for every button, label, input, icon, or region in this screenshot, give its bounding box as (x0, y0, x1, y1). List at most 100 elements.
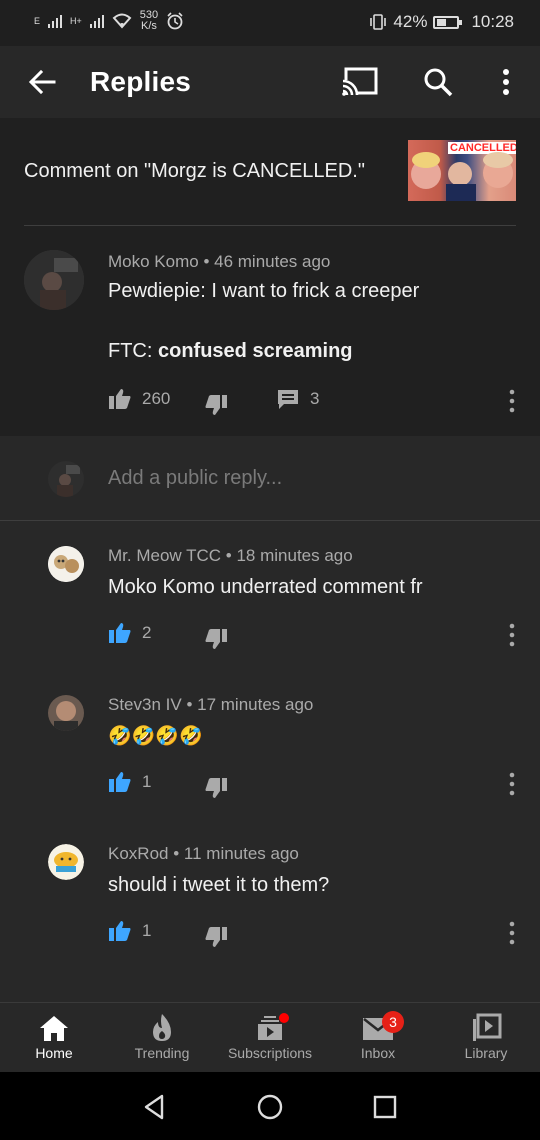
like-button[interactable]: 2 (108, 622, 151, 644)
signal-icon-2 (89, 14, 104, 28)
reply-more-icon[interactable] (504, 622, 520, 648)
inbox-badge: 3 (382, 1011, 404, 1033)
thumbs-up-icon (108, 920, 132, 942)
battery-percent: 42% (393, 12, 428, 31)
status-bar: E H+ 530 K/s 42% 10:28 (0, 0, 540, 46)
reply-count: 3 (310, 389, 320, 408)
inbox-icon: 3 (324, 1011, 432, 1045)
network-type-hplus: H+ (70, 15, 82, 26)
comment-text-prefix: FTC: (108, 340, 158, 362)
comment-meta: Moko Komo • 46 minutes ago (108, 252, 330, 272)
nav-label: Library (464, 1045, 508, 1061)
back-arrow-icon[interactable] (24, 64, 60, 100)
signal-icon (48, 14, 63, 28)
dislike-button[interactable] (204, 777, 228, 799)
page-title: Replies (90, 66, 191, 97)
system-back-icon[interactable] (140, 1092, 170, 1122)
thumbs-up-icon (108, 771, 132, 793)
reply-time: 17 minutes ago (197, 695, 314, 714)
comment-text-bold: confused screaming (158, 340, 353, 362)
dislike-button[interactable] (204, 628, 228, 650)
thumbs-down-icon (204, 628, 228, 650)
add-reply-row: Add a public reply... (0, 436, 540, 522)
nav-label: Trending (134, 1045, 190, 1061)
user-avatar (48, 461, 84, 497)
nav-library[interactable]: Library (432, 1011, 540, 1071)
system-home-icon[interactable] (255, 1092, 285, 1122)
nav-inbox[interactable]: 3 Inbox (324, 1011, 432, 1071)
reply-author[interactable]: Mr. Meow TCC (108, 546, 221, 565)
meta-separator: • (186, 695, 193, 714)
nav-trending[interactable]: Trending (108, 1011, 216, 1071)
system-recents-icon[interactable] (370, 1092, 400, 1122)
avatar[interactable] (48, 546, 84, 582)
bottom-navigation: Home Trending Subscriptions 3 Inbox Libr… (0, 1002, 540, 1072)
video-context-text[interactable]: Comment on "Morgz is CANCELLED." (24, 160, 365, 183)
reply-meta: Stev3n IV • 17 minutes ago (108, 695, 313, 715)
avatar[interactable] (48, 695, 84, 731)
comment-more-icon[interactable] (504, 388, 520, 414)
library-icon (432, 1011, 540, 1045)
alarm-icon (166, 12, 184, 30)
avatar[interactable] (48, 844, 84, 880)
dislike-button[interactable] (204, 394, 228, 416)
divider (0, 520, 540, 521)
vibrate-icon (369, 13, 387, 31)
reply-author[interactable]: KoxRod (108, 844, 168, 863)
search-icon[interactable] (420, 64, 456, 100)
reply-author[interactable]: Stev3n IV (108, 695, 182, 714)
battery-icon (433, 15, 463, 29)
comment-text-line2: FTC: confused screaming (108, 340, 353, 363)
reply-time: 18 minutes ago (236, 546, 353, 565)
reply-input[interactable]: Add a public reply... (108, 467, 282, 490)
like-count: 2 (142, 623, 152, 642)
network-type-e: E (34, 15, 41, 26)
avatar[interactable] (24, 250, 84, 310)
comment-icon (276, 388, 300, 410)
thumbs-up-icon (108, 622, 132, 644)
reply-more-icon[interactable] (504, 920, 520, 946)
meta-separator: • (225, 546, 232, 565)
thumbs-up-icon (108, 388, 132, 410)
comment-time: 46 minutes ago (214, 252, 331, 271)
comment-author[interactable]: Moko Komo (108, 252, 199, 271)
nav-home[interactable]: Home (0, 1011, 108, 1071)
thumbs-down-icon (204, 926, 228, 948)
video-thumbnail[interactable]: CANCELLED (408, 140, 516, 201)
like-button[interactable]: 1 (108, 771, 151, 793)
thumbs-down-icon (204, 777, 228, 799)
dislike-button[interactable] (204, 926, 228, 948)
cast-icon[interactable] (340, 64, 380, 100)
meta-separator: • (173, 844, 180, 863)
nav-label: Home (35, 1045, 73, 1061)
nav-subscriptions[interactable]: Subscriptions (216, 1011, 324, 1071)
reply-time: 11 minutes ago (183, 844, 299, 863)
reply-more-icon[interactable] (504, 771, 520, 797)
reply-meta: Mr. Meow TCC • 18 minutes ago (108, 546, 353, 566)
divider (24, 225, 516, 226)
comment-text-line1: Pewdiepie: I want to frick a creeper (108, 280, 420, 302)
notification-dot (279, 1013, 289, 1023)
like-count: 1 (142, 772, 152, 791)
status-left: E H+ 530 K/s (34, 10, 184, 32)
reply-text: should i tweet it to them? (108, 874, 330, 896)
meta-separator: • (203, 252, 210, 271)
like-count: 260 (142, 389, 171, 408)
nav-label: Subscriptions (227, 1045, 313, 1061)
parent-comment-section: Comment on "Morgz is CANCELLED." CANCELL… (0, 118, 540, 436)
flame-icon (108, 1011, 216, 1045)
network-speed: 530 K/s (140, 10, 158, 32)
reply-meta: KoxRod • 11 minutes ago (108, 844, 299, 864)
nav-label: Inbox (360, 1045, 396, 1061)
subscriptions-icon (216, 1011, 324, 1045)
app-bar: Replies (0, 46, 540, 118)
like-count: 1 (142, 921, 152, 940)
home-icon (0, 1011, 108, 1045)
wifi-icon (112, 13, 132, 29)
like-button[interactable]: 1 (108, 920, 151, 942)
like-button[interactable]: 260 (108, 388, 170, 410)
more-options-icon[interactable] (494, 64, 518, 100)
status-right: 42% 10:28 (369, 12, 514, 32)
reply-text: Moko Komo underrated comment fr (108, 576, 423, 598)
replies-button[interactable]: 3 (276, 388, 319, 410)
